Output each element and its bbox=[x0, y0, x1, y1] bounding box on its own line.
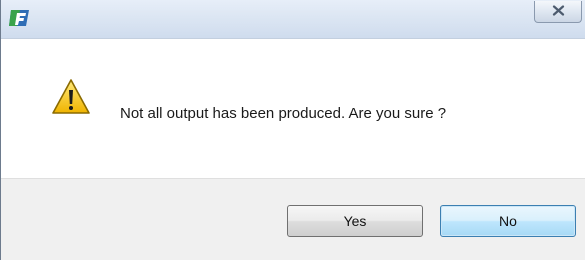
no-button[interactable]: No bbox=[440, 205, 576, 237]
title-bar[interactable] bbox=[1, 0, 585, 39]
close-button[interactable] bbox=[534, 1, 582, 23]
app-logo-icon bbox=[9, 9, 31, 27]
close-icon bbox=[552, 3, 565, 21]
dialog-message: Not all output has been produced. Are yo… bbox=[120, 105, 447, 122]
warning-icon bbox=[51, 78, 91, 116]
yes-button[interactable]: Yes bbox=[287, 205, 423, 237]
dialog-window: Not all output has been produced. Are yo… bbox=[0, 0, 585, 260]
